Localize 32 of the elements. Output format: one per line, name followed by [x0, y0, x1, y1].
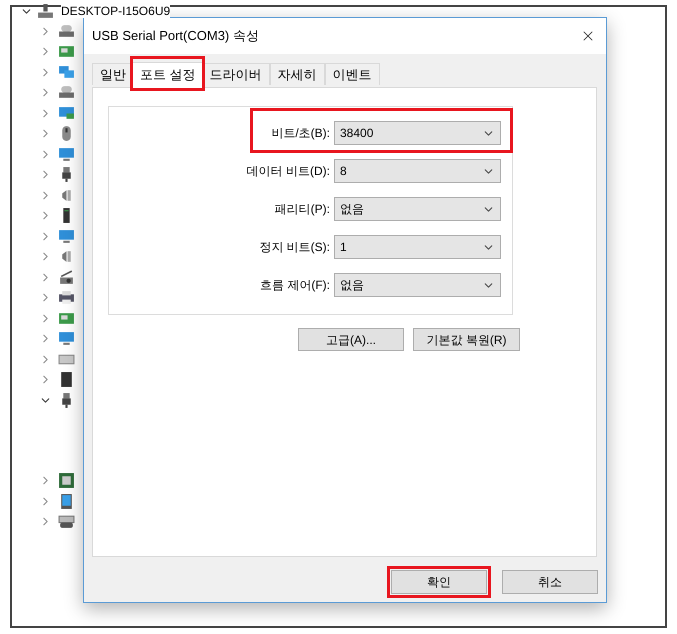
- field-label: 비트/초(B):: [270, 125, 331, 142]
- tablet-icon: [58, 492, 75, 510]
- monitor-icon: [58, 104, 75, 122]
- tab[interactable]: 이벤트: [324, 63, 380, 86]
- dialog-button[interactable]: 기본값 복원(R): [413, 328, 520, 351]
- dialog-button[interactable]: 고급(A)...: [298, 328, 404, 351]
- setting-dropdown[interactable]: 없음: [334, 273, 501, 297]
- field-label: 패리티(P):: [274, 201, 331, 218]
- dialog-button[interactable]: 확인: [391, 570, 487, 594]
- chip-icon: [58, 472, 75, 490]
- drive-icon: [58, 22, 75, 40]
- setting-dropdown[interactable]: 38400: [334, 121, 501, 145]
- dialog-title: USB Serial Port(COM3) 속성: [92, 27, 259, 46]
- monitor-icon: [58, 146, 75, 163]
- keyboard-icon: [58, 513, 75, 530]
- field-label: 흐름 제어(F):: [259, 277, 331, 294]
- monitor-icon: [58, 330, 75, 348]
- field-label: 데이터 비트(D):: [246, 163, 331, 180]
- tab[interactable]: 자세히: [270, 63, 325, 86]
- dialog-button[interactable]: 취소: [502, 570, 598, 594]
- setting-dropdown[interactable]: 없음: [334, 197, 501, 221]
- tree-item-label[interactable]: DESKTOP-I15O6U9: [61, 4, 170, 18]
- setting-dropdown[interactable]: 8: [334, 159, 501, 183]
- tab[interactable]: 포트 설정: [132, 62, 204, 88]
- computer-network-icon: [37, 2, 54, 20]
- chip-icon: [58, 371, 75, 388]
- sensor-icon: [58, 268, 75, 286]
- printer-icon: [58, 289, 75, 306]
- monitor-icon: [58, 228, 75, 245]
- field-label: 정지 비트(S):: [258, 239, 331, 256]
- network-icon: [58, 64, 75, 81]
- setting-dropdown[interactable]: 1: [334, 235, 501, 259]
